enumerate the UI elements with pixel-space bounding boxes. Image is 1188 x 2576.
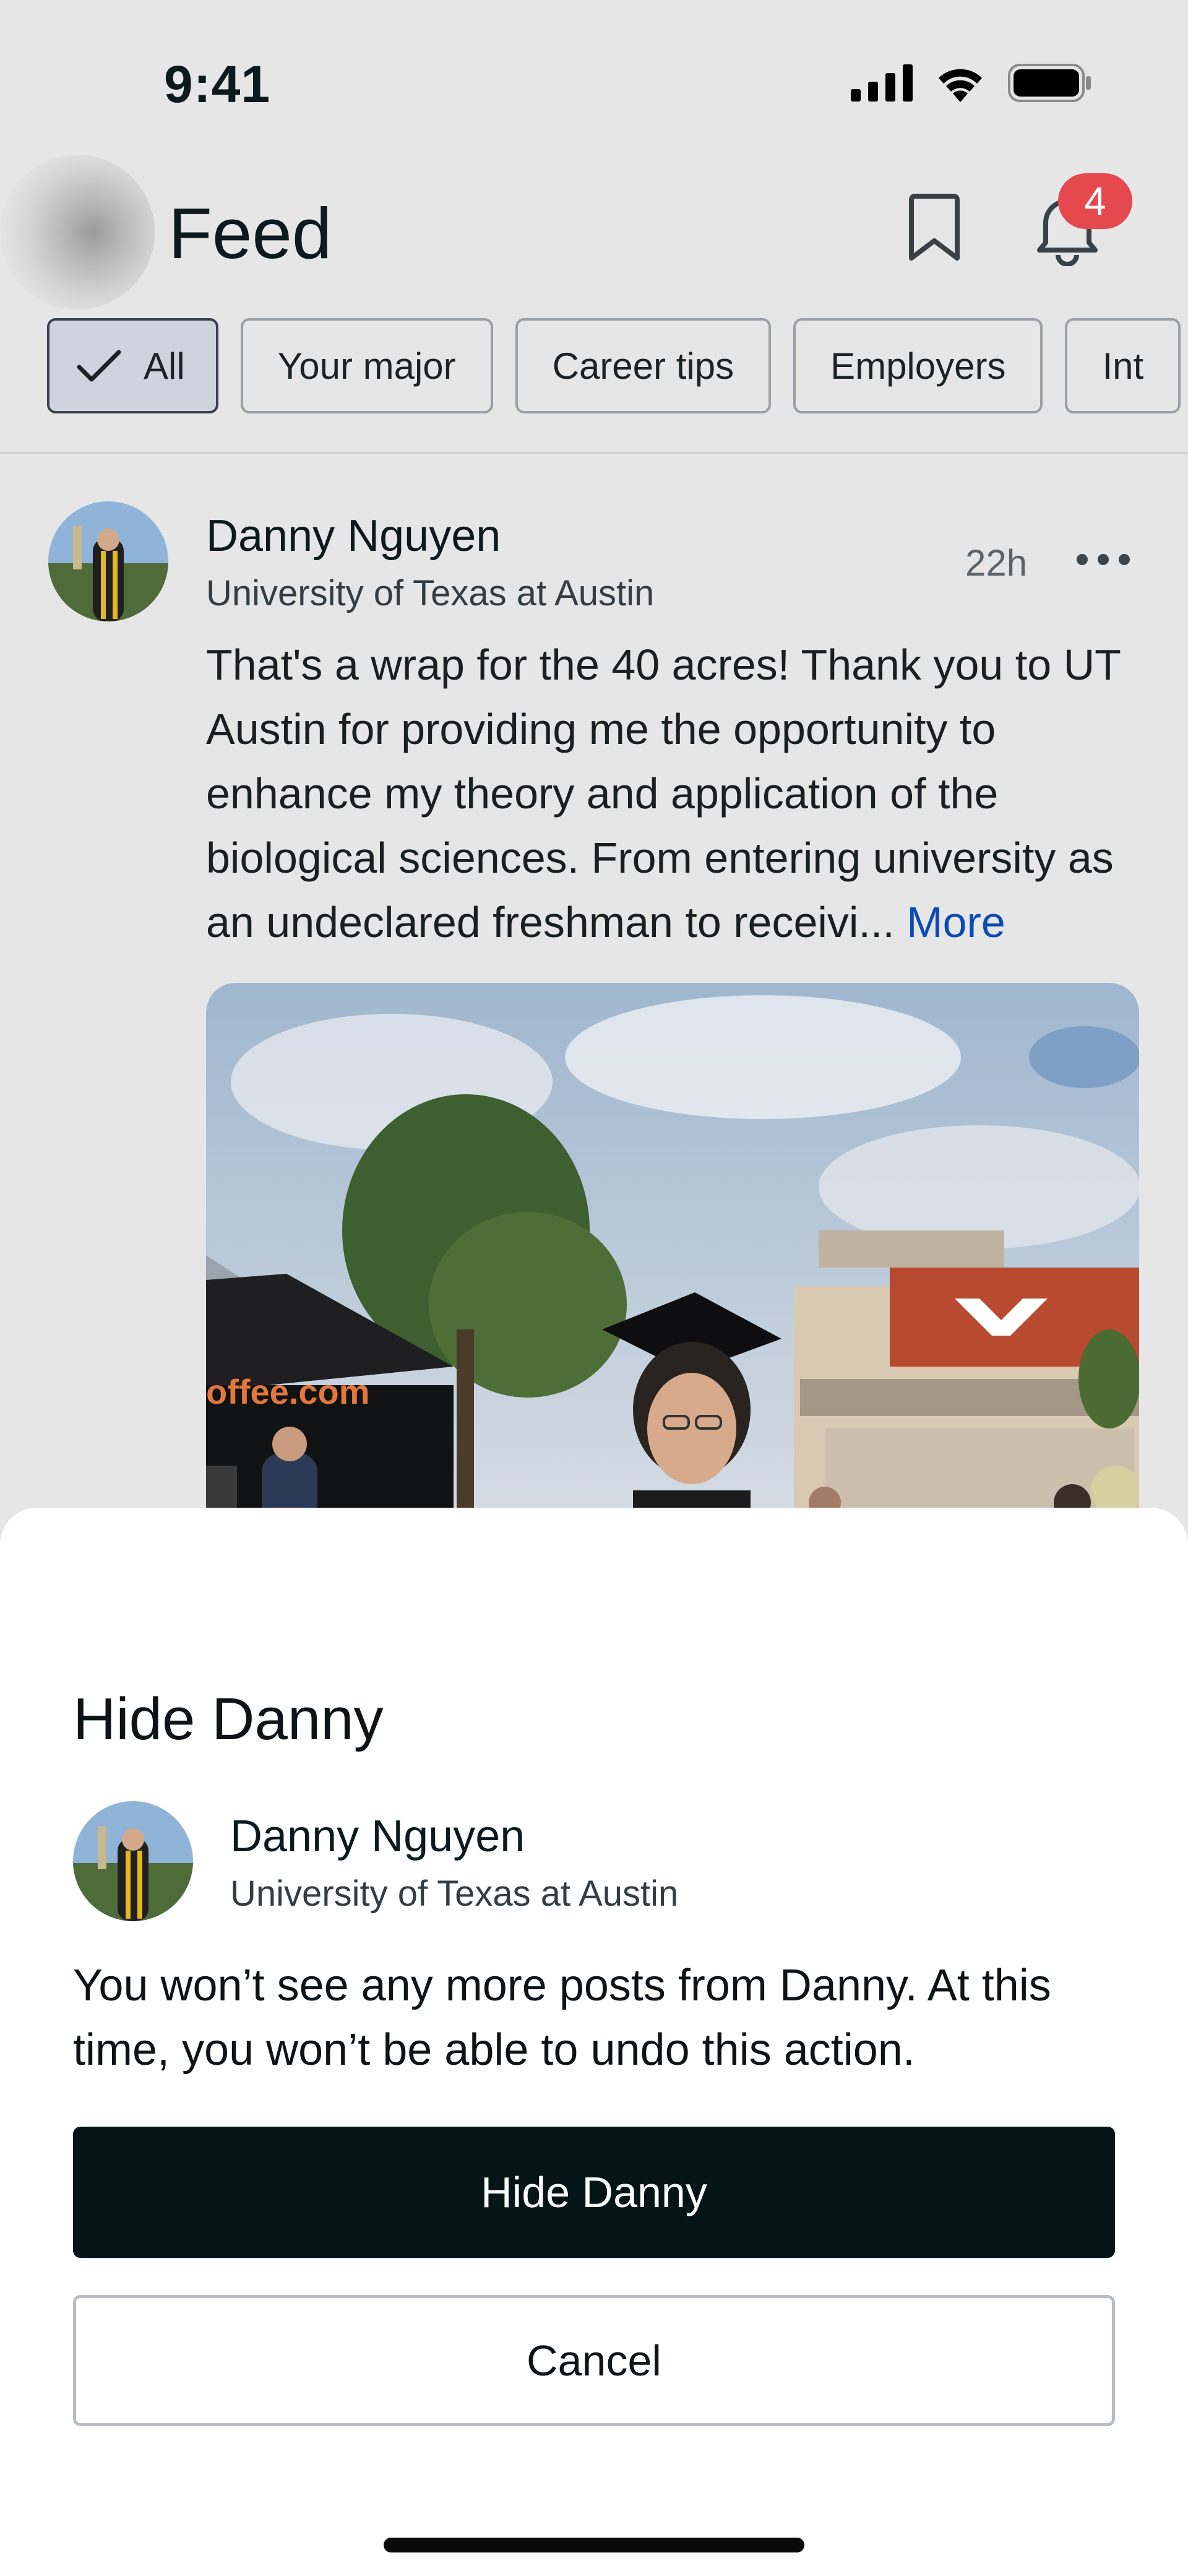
cellular-signal-icon — [851, 64, 913, 102]
filter-chips: All Your major Career tips Employers Int — [47, 318, 1181, 413]
sheet-message: You won’t see any more posts from Danny.… — [73, 1961, 1051, 2075]
filter-chip-more[interactable]: Int — [1065, 318, 1181, 413]
filter-chip-career-tips[interactable]: Career tips — [515, 318, 772, 413]
post-more-link[interactable]: More — [906, 898, 1005, 946]
hide-author-button[interactable]: Hide Danny — [73, 2127, 1115, 2258]
divider — [0, 452, 1188, 454]
page-title: Feed — [168, 193, 332, 274]
filter-chip-label: Employers — [830, 345, 1006, 387]
filter-chip-your-major[interactable]: Your major — [240, 318, 493, 413]
post-photo[interactable]: offee.com — [206, 983, 1139, 1540]
battery-icon — [1008, 64, 1091, 102]
bookmark-icon[interactable] — [906, 194, 962, 265]
home-indicator[interactable] — [384, 2538, 804, 2552]
checkmark-icon — [77, 348, 121, 383]
filter-chip-label: Int — [1102, 345, 1144, 387]
sheet-author-school: University of Texas at Austin — [230, 1874, 679, 1914]
wifi-icon — [939, 69, 982, 102]
filter-chip-label: Career tips — [552, 345, 734, 387]
post-body: That's a wrap for the 40 acres! Thank yo… — [206, 633, 1147, 954]
sheet-title: Hide Danny — [73, 1686, 384, 1752]
sheet-author-avatar — [73, 1801, 193, 1921]
cancel-button[interactable]: Cancel — [73, 2295, 1115, 2426]
filter-chip-all[interactable]: All — [47, 318, 218, 413]
post-author-name[interactable]: Danny Nguyen — [206, 511, 501, 561]
sheet-author-name: Danny Nguyen — [230, 1812, 525, 1861]
photo-banner-text: offee.com — [206, 1372, 370, 1411]
profile-avatar[interactable] — [0, 155, 155, 309]
notification-count-badge: 4 — [1058, 173, 1132, 229]
hide-author-sheet: Hide Danny Danny Nguyen University of Te… — [0, 1508, 1188, 2576]
post-author-avatar[interactable] — [48, 501, 168, 621]
more-options-icon[interactable] — [1077, 554, 1130, 565]
status-time: 9:41 — [164, 55, 271, 113]
feed-header: Feed 4 — [0, 142, 1188, 309]
status-icons — [851, 64, 1092, 102]
post-timestamp: 22h — [965, 542, 1028, 584]
filter-chip-label: Your major — [277, 345, 456, 387]
filter-chip-label: All — [144, 345, 185, 387]
status-bar: 9:41 — [0, 0, 1188, 142]
filter-chip-employers[interactable]: Employers — [793, 318, 1043, 413]
post-author-school: University of Texas at Austin — [206, 573, 655, 613]
